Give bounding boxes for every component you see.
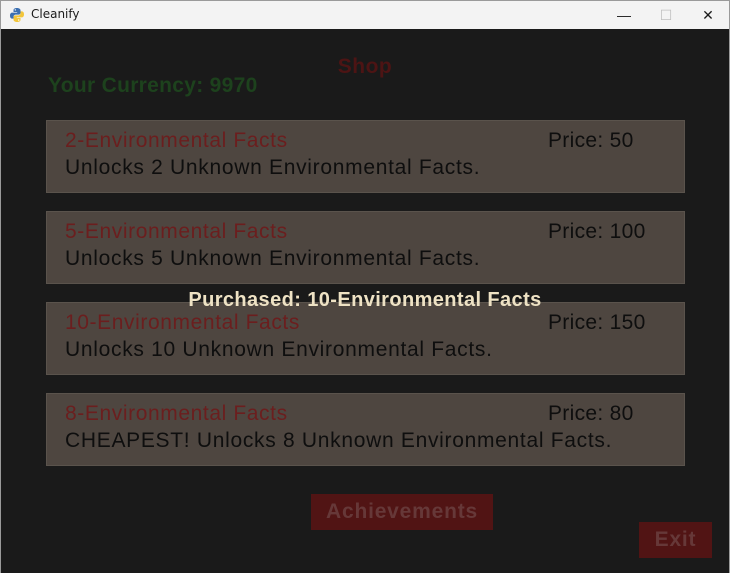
maximize-icon: ☐ bbox=[659, 6, 673, 23]
item-description: Unlocks 2 Unknown Environmental Facts. bbox=[65, 156, 481, 179]
shop-item-2-facts[interactable]: 2-Environmental Facts Price: 50 Unlocks … bbox=[46, 120, 685, 193]
item-name: 2-Environmental Facts bbox=[65, 129, 288, 152]
item-name: 10-Environmental Facts bbox=[65, 311, 300, 334]
close-icon: ✕ bbox=[702, 6, 714, 23]
exit-button[interactable]: Exit bbox=[639, 522, 712, 558]
minimize-icon: — bbox=[617, 7, 631, 23]
item-name: 8-Environmental Facts bbox=[65, 402, 288, 425]
python-snake-icon bbox=[10, 8, 24, 22]
shop-item-5-facts[interactable]: 5-Environmental Facts Price: 100 Unlocks… bbox=[46, 211, 685, 284]
currency-display: Your Currency: 9970 bbox=[48, 74, 258, 97]
achievements-button[interactable]: Achievements bbox=[311, 494, 493, 530]
item-price: Price: 150 bbox=[548, 311, 646, 334]
item-price: Price: 50 bbox=[548, 129, 634, 152]
item-description: CHEAPEST! Unlocks 8 Unknown Environmenta… bbox=[65, 429, 613, 452]
shop-item-8-facts[interactable]: 8-Environmental Facts Price: 80 CHEAPEST… bbox=[46, 393, 685, 466]
title-bar[interactable]: Cleanify — ☐ ✕ bbox=[1, 1, 729, 29]
purchase-message: Purchased: 10-Environmental Facts bbox=[188, 289, 542, 311]
item-price: Price: 80 bbox=[548, 402, 634, 425]
app-window: Cleanify — ☐ ✕ Shop Your Currency: 9970 … bbox=[0, 0, 730, 573]
item-name: 5-Environmental Facts bbox=[65, 220, 288, 243]
minimize-button[interactable]: — bbox=[603, 1, 645, 29]
close-button[interactable]: ✕ bbox=[687, 1, 729, 29]
item-price: Price: 100 bbox=[548, 220, 646, 243]
shop-item-10-facts[interactable]: 10-Environmental Facts Price: 150 Unlock… bbox=[46, 302, 685, 375]
game-canvas: Shop Your Currency: 9970 2-Environmental… bbox=[1, 29, 729, 573]
window-title: Cleanify bbox=[31, 7, 80, 21]
item-description: Unlocks 10 Unknown Environmental Facts. bbox=[65, 338, 493, 361]
item-description: Unlocks 5 Unknown Environmental Facts. bbox=[65, 247, 481, 270]
maximize-button[interactable]: ☐ bbox=[645, 1, 687, 29]
